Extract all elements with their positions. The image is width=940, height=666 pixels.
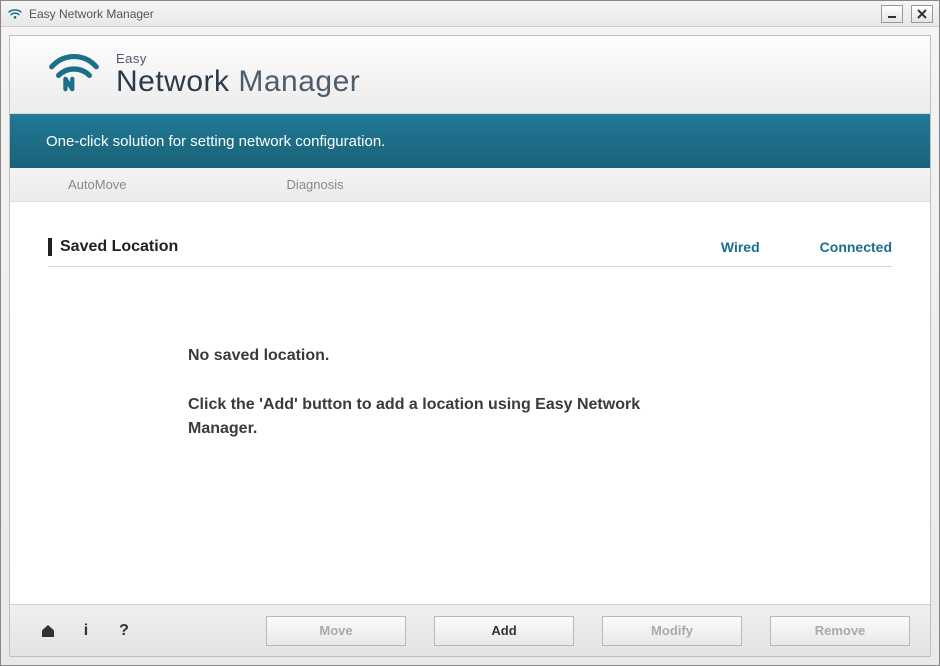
logo-small: Easy (116, 52, 360, 65)
logo-band: Easy Network Manager (10, 36, 930, 114)
add-button[interactable]: Add (434, 616, 574, 646)
logo-text: Easy Network Manager (116, 52, 360, 97)
empty-state: No saved location. Click the 'Add' butto… (188, 347, 708, 441)
move-button[interactable]: Move (266, 616, 406, 646)
empty-line2: Click the 'Add' button to add a location… (188, 393, 708, 441)
close-button[interactable] (911, 5, 933, 23)
home-icon[interactable] (38, 621, 58, 641)
status-state: Connected (820, 239, 892, 255)
window-title: Easy Network Manager (29, 7, 154, 21)
status-type: Wired (721, 239, 760, 255)
app-icon (7, 6, 23, 22)
section-header: Saved Location Wired Connected (48, 238, 892, 267)
content-frame: Easy Network Manager One-click solution … (9, 35, 931, 657)
section-accent-bar (48, 238, 52, 256)
empty-line1: No saved location. (188, 347, 708, 365)
logo-big: Network Manager (116, 67, 360, 97)
modify-button[interactable]: Modify (602, 616, 742, 646)
tab-automove[interactable]: AutoMove (68, 177, 127, 192)
section-title: Saved Location (60, 238, 178, 256)
tab-row: AutoMove Diagnosis (10, 168, 930, 202)
tab-diagnosis[interactable]: Diagnosis (287, 177, 344, 192)
logo-icon (46, 48, 102, 101)
tagline-text: One-click solution for setting network c… (46, 133, 385, 150)
remove-button[interactable]: Remove (770, 616, 910, 646)
minimize-button[interactable] (881, 5, 903, 23)
app-window: Easy Network Manager Easy Netw (0, 0, 940, 666)
footer-bar: i ? Move Add Modify Remove (10, 604, 930, 656)
tagline-banner: One-click solution for setting network c… (10, 114, 930, 168)
help-icon[interactable]: ? (114, 621, 134, 641)
titlebar: Easy Network Manager (1, 1, 939, 27)
info-icon[interactable]: i (76, 621, 96, 641)
main-panel: Saved Location Wired Connected No saved … (10, 202, 930, 604)
